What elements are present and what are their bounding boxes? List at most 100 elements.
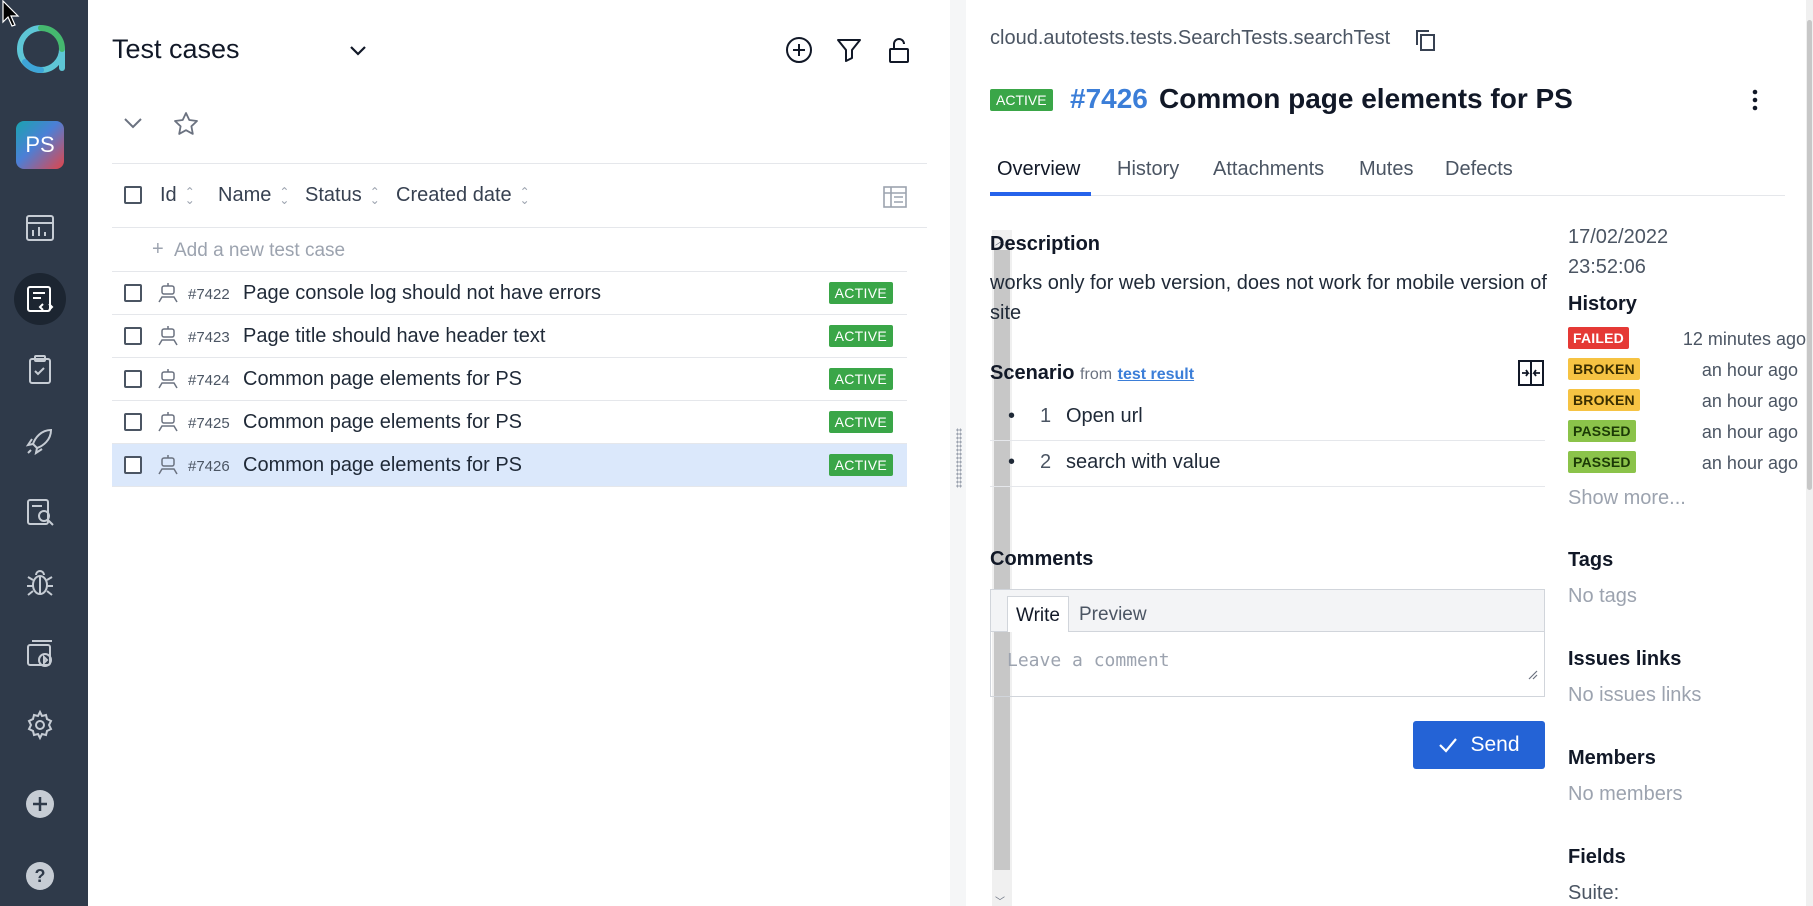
testplan-icon [29, 355, 51, 384]
comment-input[interactable]: Leave a comment [1007, 650, 1170, 671]
scenario-heading: Scenario from test result [990, 362, 1194, 385]
add-test-case-row[interactable]: + Add a new test case [112, 230, 907, 272]
created-time: 23:52:06 [1568, 256, 1646, 278]
resize-handle-icon[interactable] [956, 428, 962, 488]
tags-value[interactable]: No tags [1568, 585, 1637, 608]
mouse-cursor-icon [2, 0, 20, 27]
history-item[interactable]: BROKEN an hour ago [1568, 389, 1798, 415]
history-item[interactable]: FAILED 12 minutes ago [1568, 327, 1806, 353]
column-label: Id [160, 184, 177, 206]
table-row[interactable]: #7425 Common page elements for PS ACTIVE [112, 401, 907, 444]
description-text[interactable]: works only for web version, does not wor… [990, 268, 1550, 328]
nav-help[interactable]: ? [14, 850, 66, 902]
column-settings-icon[interactable] [881, 183, 909, 211]
nav-defects[interactable] [14, 557, 66, 609]
jobs-icon [27, 640, 52, 667]
chevron-down-icon[interactable] [348, 40, 368, 60]
history-time: an hour ago [1701, 360, 1798, 380]
comment-preview-tab[interactable]: Preview [1071, 596, 1155, 632]
history-status-badge: FAILED [1568, 327, 1629, 349]
tab-defects[interactable]: Defects [1445, 158, 1513, 181]
history-status-badge: BROKEN [1568, 389, 1640, 411]
plus-icon: + [152, 238, 164, 260]
comment-write-tab[interactable]: Write [1007, 596, 1069, 632]
comment-editor-tabs: Write Preview [991, 590, 1544, 632]
lock-button[interactable] [883, 34, 915, 66]
defects-icon [27, 570, 53, 596]
test-case-id: #7426 [1070, 83, 1148, 114]
scenario-step[interactable]: • 1 Open url [990, 395, 1545, 441]
history-item[interactable]: PASSED an hour ago [1568, 451, 1798, 477]
active-tab-indicator [990, 192, 1091, 196]
column-name[interactable]: Name ⌃ ⌄ [218, 184, 289, 207]
kebab-icon[interactable] [1751, 88, 1759, 112]
history-status-badge: PASSED [1568, 451, 1636, 473]
comment-editor: Write Preview Leave a comment [990, 589, 1545, 697]
copy-icon[interactable] [1413, 28, 1437, 52]
test-result-link[interactable]: test result [1118, 366, 1194, 383]
step-text: Open url [1066, 405, 1143, 427]
scenario-step[interactable]: • 2 search with value [990, 441, 1545, 487]
collapse-tree-button[interactable] [122, 112, 144, 134]
tab-history[interactable]: History [1117, 158, 1179, 181]
created-date: 17/02/2022 [1568, 226, 1669, 248]
tab-attachments[interactable]: Attachments [1213, 158, 1324, 181]
nav-launches[interactable] [14, 415, 66, 467]
list-title[interactable]: Test cases [112, 34, 240, 65]
column-status[interactable]: Status ⌃ ⌄ [305, 184, 380, 207]
status-badge: ACTIVE [828, 368, 893, 390]
project-avatar[interactable]: PS [16, 121, 64, 169]
history-item[interactable]: BROKEN an hour ago [1568, 358, 1798, 384]
testcases-icon [27, 286, 54, 312]
filter-button[interactable] [833, 34, 865, 66]
members-value[interactable]: No members [1568, 783, 1682, 806]
table-row-selected[interactable]: #7426 Common page elements for PS ACTIVE [112, 444, 907, 487]
nav-settings[interactable] [14, 699, 66, 751]
test-case-title: Common page elements for PS [1159, 83, 1573, 114]
sort-icon: ⌃ ⌄ [369, 184, 380, 207]
tab-mutes[interactable]: Mutes [1359, 158, 1413, 181]
add-test-case-button[interactable] [783, 34, 815, 66]
column-created-date[interactable]: Created date ⌃ ⌄ [396, 184, 530, 207]
send-button[interactable]: Send [1413, 721, 1545, 769]
nav-add[interactable] [14, 778, 66, 830]
nav-jobs[interactable] [14, 628, 66, 680]
nav-dashboard[interactable] [14, 202, 66, 254]
step-bullet: • [1008, 405, 1016, 427]
history-time: 12 minutes ago [1682, 329, 1806, 349]
nav-test-plans[interactable] [14, 344, 66, 396]
row-id: #7425 [188, 415, 230, 432]
history-item[interactable]: PASSED an hour ago [1568, 420, 1798, 446]
column-id[interactable]: Id ⌃ ⌄ [160, 184, 195, 207]
row-checkbox[interactable] [124, 456, 142, 474]
add-test-case-placeholder: Add a new test case [174, 240, 346, 261]
row-checkbox[interactable] [124, 370, 142, 388]
allure-logo[interactable] [16, 24, 66, 74]
table-row[interactable]: #7423 Page title should have header text… [112, 315, 907, 358]
row-name: Common page elements for PS [243, 411, 523, 433]
row-checkbox[interactable] [124, 413, 142, 431]
nav-test-cases[interactable] [14, 273, 66, 325]
nav-analytics[interactable] [14, 486, 66, 538]
test-full-path: cloud.autotests.tests.SearchTests.search… [990, 27, 1391, 49]
row-id: #7422 [188, 286, 230, 303]
detail-scrollbar-thumb[interactable] [1807, 20, 1812, 490]
history-time: an hour ago [1701, 422, 1798, 442]
split-view-icon[interactable] [1516, 358, 1546, 388]
row-checkbox[interactable] [124, 284, 142, 302]
step-number: 1 [1040, 405, 1052, 427]
table-row[interactable]: #7424 Common page elements for PS ACTIVE [112, 358, 907, 401]
row-id: #7424 [188, 372, 230, 389]
select-all-checkbox[interactable] [124, 186, 142, 204]
row-checkbox[interactable] [124, 327, 142, 345]
show-more-link[interactable]: Show more... [1568, 487, 1686, 510]
row-id: #7423 [188, 329, 230, 346]
table-header: Id ⌃ ⌄ Name ⌃ ⌄ Status ⌃ ⌄ Created date ⌃ ⌄ [112, 163, 927, 228]
resize-grip-icon[interactable] [1528, 670, 1538, 680]
tab-overview[interactable]: Overview [997, 158, 1080, 181]
history-time: an hour ago [1701, 391, 1798, 411]
star-icon[interactable] [172, 110, 200, 138]
issues-value[interactable]: No issues links [1568, 684, 1701, 707]
sort-icon: ⌃ ⌄ [184, 184, 195, 207]
table-row[interactable]: #7422 Page console log should not have e… [112, 272, 907, 315]
